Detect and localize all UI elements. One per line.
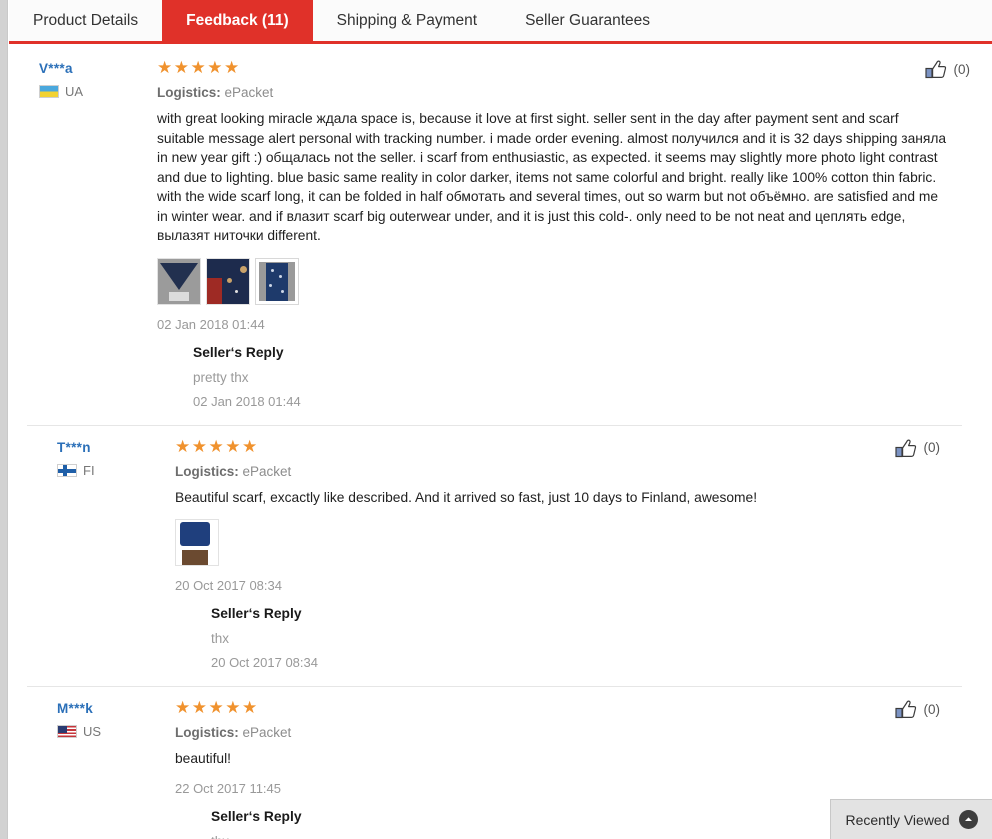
seller-reply-text: pretty thx bbox=[193, 369, 249, 385]
logistics-row: Logistics: ePacket bbox=[157, 84, 956, 102]
seller-reply-text: thx bbox=[211, 631, 230, 646]
reviewer-block: M***k US bbox=[27, 697, 175, 739]
rating-stars: ★★★★★ bbox=[175, 436, 259, 456]
product-tabbar: Product Details Feedback (11) Shipping & P… bbox=[9, 0, 992, 44]
feedback-page: Product Details Feedback (11) Shipping & P… bbox=[0, 0, 992, 839]
reviewer-country: FI bbox=[57, 463, 175, 478]
page-left-gutter bbox=[0, 0, 8, 839]
helpful-count: (0) bbox=[923, 701, 941, 717]
tab-seller-guarantees[interactable]: Seller Guarantees bbox=[501, 0, 674, 41]
tab-shipping-payment[interactable]: Shipping & Payment bbox=[313, 0, 501, 41]
logistics-value: ePacket bbox=[242, 725, 292, 740]
seller-reply-block: Seller‘s Reply thx 20 Oct 2017 08:34 bbox=[211, 604, 926, 672]
seller-reply-date: 02 Jan 2018 01:44 bbox=[193, 393, 301, 409]
tab-product-details[interactable]: Product Details bbox=[9, 0, 162, 41]
tab-feedback-11[interactable]: Feedback (11) bbox=[162, 0, 313, 41]
seller-reply-block: Seller‘s Reply pretty thx 02 Jan 2018 01:4… bbox=[193, 343, 956, 411]
feedback-date: 22 Oct 2017 11:45 bbox=[175, 780, 282, 796]
rating-stars: ★★★★★ bbox=[157, 58, 241, 77]
feedback-date: 20 Oct 2017 08:34 bbox=[175, 578, 282, 593]
reviewer-country: UA bbox=[39, 84, 157, 99]
logistics-label: Logistics: bbox=[157, 85, 221, 100]
helpful-count: (0) bbox=[953, 61, 971, 77]
feedback-item: V***a UA ★★★★★ Logistics: ePacket with great… bbox=[9, 47, 992, 425]
country-flag-icon bbox=[39, 85, 59, 98]
feedback-thumbnail[interactable] bbox=[175, 519, 219, 566]
feedback-text: Beautiful scarf, excactly like described… bbox=[175, 489, 758, 505]
reviewer-country: US bbox=[57, 724, 175, 739]
country-code-label: US bbox=[83, 724, 102, 739]
feedback-thumbnail[interactable] bbox=[206, 257, 250, 305]
feedback-date: 02 Jan 2018 01:44 bbox=[157, 316, 265, 332]
recently-viewed-bar[interactable]: Recently Viewed bbox=[830, 799, 992, 839]
feedback-list: V***a UA ★★★★★ Logistics: ePacket with great… bbox=[9, 47, 992, 839]
seller-reply-title: Seller‘s Reply bbox=[211, 606, 302, 621]
reviewer-block: V***a UA bbox=[9, 57, 157, 99]
helpful-vote-button[interactable]: (0) bbox=[894, 699, 941, 720]
country-code-label: FI bbox=[83, 462, 95, 478]
thumbnail-image bbox=[158, 258, 200, 304]
feedback-thumbnail[interactable] bbox=[255, 257, 299, 305]
recently-viewed-label: Recently Viewed bbox=[845, 811, 950, 828]
feedback-item: M***k US ★★★★★ Logistics: ePacket beautiful!… bbox=[27, 686, 962, 839]
logistics-label: Logistics: bbox=[175, 463, 239, 479]
thumbnail-image bbox=[176, 520, 218, 565]
seller-reply-text: thx bbox=[211, 832, 926, 839]
seller-reply-block: Seller‘s Replythx22 Oct 2017 11:45 bbox=[211, 807, 926, 839]
feedback-text: beautiful! bbox=[175, 751, 231, 766]
feedback-item: T***n FI ★★★★★ Logistics: ePacket Beautiful … bbox=[27, 424, 962, 687]
feedback-body: ★★★★★ Logistics: ePacket Beautiful scarf, … bbox=[175, 436, 926, 673]
helpful-count: (0) bbox=[923, 440, 941, 455]
helpful-vote-button[interactable]: (0) bbox=[894, 438, 941, 459]
reviewer-name[interactable]: M***k bbox=[57, 700, 175, 718]
logistics-label: Logistics: bbox=[175, 725, 239, 740]
feedback-thumbnails bbox=[157, 257, 956, 305]
feedback-thumbnail[interactable] bbox=[157, 257, 201, 305]
helpful-vote-button[interactable]: (0) bbox=[924, 59, 971, 80]
reviewer-name[interactable]: T***n bbox=[57, 439, 175, 457]
feedback-body: ★★★★★ Logistics: ePacket beautiful! 22 Oct … bbox=[175, 697, 926, 839]
logistics-row: Logistics: ePacket bbox=[175, 463, 926, 481]
thumbs-up-icon[interactable] bbox=[894, 699, 917, 720]
feedback-thumbnails bbox=[175, 519, 926, 566]
logistics-value: ePacket bbox=[242, 463, 292, 479]
reviewer-name[interactable]: V***a bbox=[39, 60, 157, 78]
thumbnail-image bbox=[259, 261, 295, 301]
feedback-body: ★★★★★ Logistics: ePacket with great lookin… bbox=[157, 57, 956, 411]
country-flag-icon bbox=[57, 725, 77, 738]
seller-reply-title: Seller‘s Reply bbox=[193, 344, 284, 360]
thumbs-up-icon[interactable] bbox=[894, 438, 917, 459]
logistics-row: Logistics: ePacket bbox=[175, 724, 926, 742]
rating-stars: ★★★★★ bbox=[175, 698, 259, 717]
seller-reply-title: Seller‘s Reply bbox=[211, 808, 302, 824]
country-flag-icon bbox=[57, 463, 77, 477]
thumbnail-image bbox=[207, 258, 249, 304]
seller-reply-date: 20 Oct 2017 08:34 bbox=[211, 655, 318, 670]
chevron-up-icon[interactable] bbox=[958, 810, 978, 829]
thumbs-up-icon[interactable] bbox=[924, 59, 947, 80]
country-code-label: UA bbox=[65, 84, 84, 99]
logistics-value: ePacket bbox=[224, 85, 274, 100]
feedback-text: with great looking miracle ждала space i… bbox=[157, 111, 947, 243]
reviewer-block: T***n FI bbox=[27, 436, 175, 478]
